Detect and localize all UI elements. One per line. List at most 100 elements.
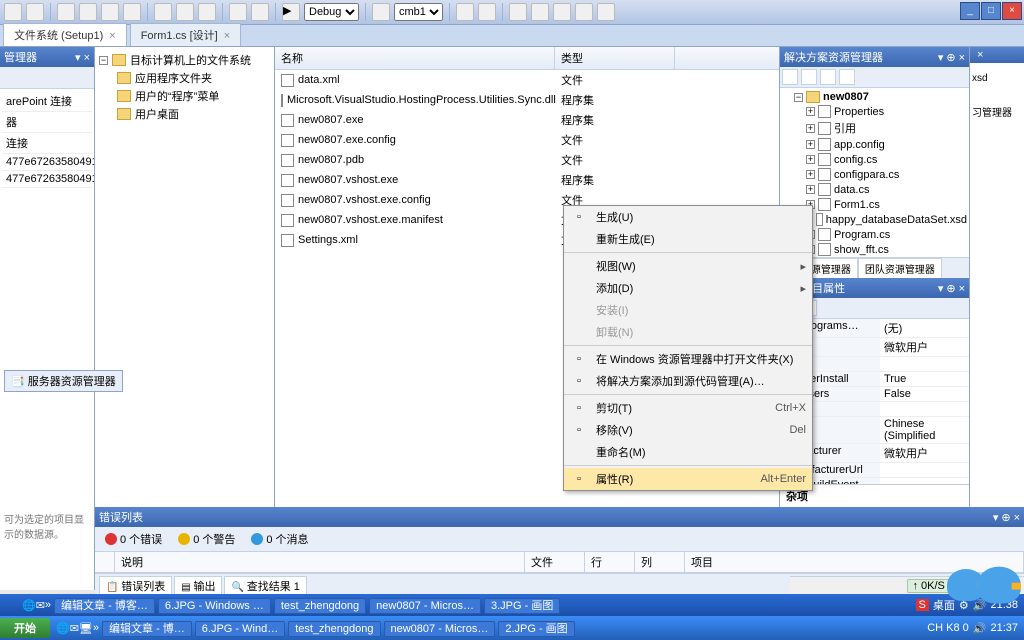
file-row[interactable]: Microsoft.VisualStudio.HostingProcess.Ut… [275,90,779,110]
config-select[interactable]: Debug [304,3,359,21]
menu-item[interactable]: ▫剪切(T)Ctrl+X [564,397,812,419]
find-icon[interactable] [372,3,390,21]
show-all-icon[interactable] [801,69,817,85]
solution-item[interactable]: +config.cs [806,152,967,167]
solution-item[interactable]: +Program.cs [806,227,967,242]
prop-value[interactable]: False [880,387,969,401]
cut-icon[interactable] [154,3,172,21]
start-debug-icon[interactable]: ▶ [282,3,300,21]
taskbar-button[interactable]: test_zhengdong [288,621,380,637]
taskbar-button[interactable]: 2.JPG - 画图 [498,621,574,637]
dropdown-icon[interactable]: ▾ [938,52,944,64]
col-file[interactable]: 文件 [525,552,585,572]
save-all-icon[interactable] [123,3,141,21]
pin-icon[interactable]: ⊕ [946,52,955,64]
ime-icon[interactable]: S [916,599,929,611]
prop-value[interactable]: 微软用户 [880,444,969,462]
menu-item[interactable]: ▫将解决方案添加到源代码管理(A)… [564,370,812,392]
taskbar-button[interactable]: 6.JPG - Wind… [195,621,285,637]
vertical-tab[interactable]: xsd [970,63,1024,94]
tree-node[interactable]: 用户桌面 [117,105,270,123]
tool2-icon[interactable] [478,3,496,21]
menu-item[interactable]: ▫在 Windows 资源管理器中打开文件夹(X) [564,348,812,370]
menu-item[interactable]: ▫移除(V)Del [564,419,812,441]
quick-launch-icon[interactable]: 🖥 [79,622,93,635]
prop-value[interactable]: 微软用户 [880,338,969,356]
close-icon[interactable]: × [959,283,965,295]
prop-value[interactable]: (无) [880,319,969,337]
taskbar-button[interactable]: test_zhengdong [274,598,366,614]
conn-item[interactable]: 器 [2,112,92,133]
solution-item[interactable]: +Properties [806,104,967,119]
close-icon[interactable]: × [959,52,965,64]
expand-icon[interactable]: + [806,170,815,179]
prop-value[interactable] [880,402,969,416]
solution-item[interactable]: +show_fft.cs [806,242,967,257]
conn-item[interactable]: 477e67263580491\sqlex [2,171,92,188]
menu-item[interactable]: 重新生成(E) [564,228,812,250]
expand-icon[interactable]: + [806,185,815,194]
errors-filter[interactable]: 0 个错误 [101,530,166,548]
messages-filter[interactable]: 0 个消息 [247,530,312,548]
tree-node[interactable]: 应用程序文件夹 [117,69,270,87]
tab-find-results[interactable]: 🔍 查找结果 1 [224,576,306,596]
refresh-icon[interactable] [820,69,836,85]
open-icon[interactable] [79,3,97,21]
solution-item[interactable]: +happy_databaseDataSet.xsd [806,212,967,227]
paste-icon[interactable] [198,3,216,21]
tab-team[interactable]: 团队资源管理器 [858,258,942,278]
solution-item[interactable]: +configpara.cs [806,167,967,182]
tree-root[interactable]: −目标计算机上的文件系统 [99,51,270,69]
properties-icon[interactable] [782,69,798,85]
close-icon[interactable]: × [109,30,115,42]
prop-value[interactable]: True [880,372,969,386]
close-icon[interactable]: × [84,52,90,64]
file-row[interactable]: new0807.vshost.exe程序集 [275,170,779,190]
quick-launch-icon[interactable]: 🌐 [22,599,36,612]
file-row[interactable]: data.xml文件 [275,70,779,90]
nav-back-icon[interactable] [4,3,22,21]
filetype-icon[interactable] [553,3,571,21]
close-icon[interactable]: × [224,30,230,42]
nav-fwd-icon[interactable] [26,3,44,21]
warnings-filter[interactable]: 0 个警告 [174,530,239,548]
filesys-icon[interactable] [531,3,549,21]
expand-icon[interactable]: + [806,124,815,133]
prop-value[interactable] [880,463,969,477]
vertical-tab[interactable]: 习管理器 [970,94,1024,129]
col-line[interactable]: 行 [585,552,635,572]
collapse-icon[interactable]: − [794,93,803,102]
new-icon[interactable] [57,3,75,21]
undo-icon[interactable] [229,3,247,21]
redo-icon[interactable] [251,3,269,21]
collapse-icon[interactable]: − [99,56,108,65]
desktop-label[interactable]: 桌面 [933,597,955,613]
file-row[interactable]: new0807.exe程序集 [275,110,779,130]
copy-icon[interactable] [176,3,194,21]
dropdown-icon[interactable]: ▾ [938,283,944,295]
taskbar-button[interactable]: 6.JPG - Windows … [158,598,271,614]
pin-icon[interactable]: ▾ [75,52,81,64]
solution-item[interactable]: +data.cs [806,182,967,197]
ime-lang[interactable]: CH K8 0 [927,622,969,634]
col-type[interactable]: 类型 [555,47,675,69]
launch-icon[interactable] [597,3,615,21]
conn-item[interactable]: 477e67263580491\sqlex [2,154,92,171]
col-desc[interactable]: 说明 [115,552,525,572]
solution-item[interactable]: +app.config [806,137,967,152]
tab-output[interactable]: ▤ 输出 [174,576,222,596]
quick-launch-icon[interactable]: ✉ [70,622,79,635]
refresh-icon[interactable] [2,69,16,83]
expand-icon[interactable]: + [806,155,815,164]
close-button[interactable]: × [1002,2,1022,20]
file-row[interactable]: new0807.pdb文件 [275,150,779,170]
quick-launch-icon[interactable]: ✉ [36,599,45,612]
server-explorer-tab[interactable]: 📑 服务器资源管理器 [4,370,123,392]
close-icon[interactable]: × [977,49,983,61]
close-icon[interactable]: × [1014,512,1020,524]
solution-item[interactable]: +Form1.cs [806,197,967,212]
col-icon[interactable] [95,552,115,572]
start-button[interactable]: 开始 [0,618,50,638]
project-node[interactable]: −new0807 [794,90,967,104]
minimize-button[interactable]: _ [960,2,980,20]
